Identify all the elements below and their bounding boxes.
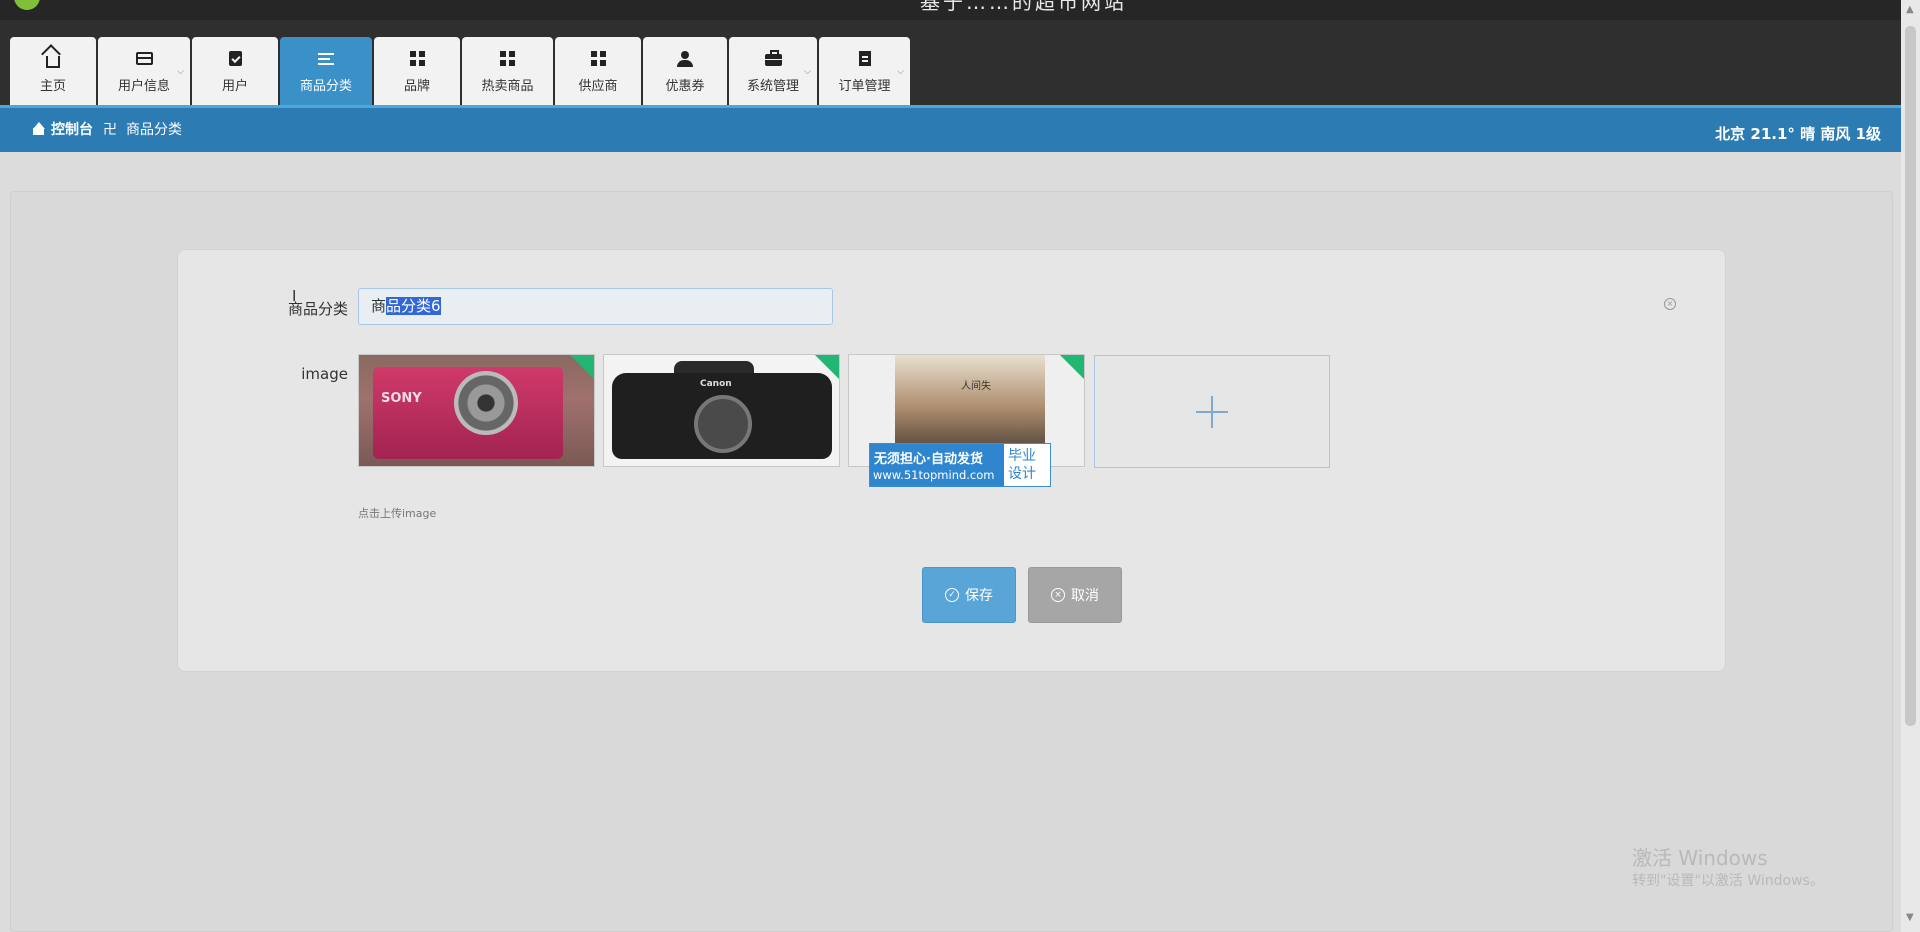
scroll-up-icon[interactable]: ▲ bbox=[1906, 4, 1914, 15]
home-icon bbox=[46, 55, 60, 68]
selected-corner-tag bbox=[815, 355, 839, 379]
tab-orders[interactable]: 订单管理 ⌵ bbox=[819, 37, 910, 105]
close-icon[interactable]: × bbox=[1664, 298, 1676, 310]
grid-icon bbox=[500, 51, 515, 66]
selected-corner-tag bbox=[570, 355, 594, 379]
image-thumb-camera[interactable]: SONY bbox=[358, 354, 595, 467]
category-name-label: 商品分类 bbox=[287, 300, 348, 318]
input-selected-text: 品分类6 bbox=[386, 297, 441, 315]
tab-label: 订单管理 bbox=[838, 78, 891, 94]
tab-home[interactable]: 主页 bbox=[10, 37, 96, 105]
selected-corner-tag bbox=[1060, 355, 1084, 379]
image-thumb-dslr[interactable]: Canon bbox=[603, 354, 840, 467]
cancel-label: 取消 bbox=[1071, 588, 1099, 604]
top-bar: 基于……的超市网站 主页 用户信息 ⌵ 用户 商品分类 品牌 热卖商品 供应商 … bbox=[0, 0, 1901, 105]
scroll-thumb[interactable] bbox=[1905, 26, 1916, 726]
tab-category[interactable]: 商品分类 bbox=[280, 37, 372, 105]
breadcrumb-home[interactable]: 控制台 bbox=[51, 119, 93, 139]
tab-users[interactable]: 用户 bbox=[192, 37, 278, 105]
breadcrumb-current: 商品分类 bbox=[126, 122, 182, 138]
tab-label: 优惠券 bbox=[665, 78, 705, 94]
clipboard-icon bbox=[858, 51, 871, 66]
breadcrumb-bar: 控制台 卍 商品分类 北京 21.1° 晴 南风 1级 bbox=[0, 105, 1901, 152]
app-title: 基于……的超市网站 bbox=[920, 0, 1127, 14]
save-label: 保存 bbox=[965, 588, 993, 604]
tab-label: 热卖商品 bbox=[481, 78, 534, 94]
user-icon bbox=[677, 50, 693, 67]
home-icon bbox=[32, 122, 45, 135]
breadcrumb: 控制台 卍 商品分类 bbox=[32, 119, 182, 139]
chevron-down-icon: ⌵ bbox=[804, 67, 811, 77]
tab-label: 品牌 bbox=[403, 78, 430, 94]
chevron-down-icon: ⌵ bbox=[177, 67, 184, 77]
lens-mount-image bbox=[694, 395, 752, 453]
scroll-down-icon[interactable]: ▼ bbox=[1906, 912, 1914, 923]
tab-label: 用户信息 bbox=[117, 78, 170, 94]
tab-coupons[interactable]: 优惠券 bbox=[643, 37, 727, 105]
ad-main: 无须担心·自动发货 www.51topmind.com bbox=[870, 444, 1004, 486]
tab-label: 用户 bbox=[221, 78, 248, 94]
chevron-down-icon: ⌵ bbox=[897, 67, 904, 77]
grid-icon bbox=[409, 51, 425, 66]
add-image-button[interactable] bbox=[1094, 355, 1330, 468]
text-cursor-icon: I bbox=[292, 287, 297, 305]
tab-label: 主页 bbox=[39, 78, 66, 94]
weather-info: 北京 21.1° 晴 南风 1级 bbox=[1715, 125, 1881, 143]
save-button[interactable]: ✓ 保存 bbox=[922, 567, 1016, 623]
tab-brand[interactable]: 品牌 bbox=[374, 37, 460, 105]
windows-watermark-subtitle: 转到"设置"以激活 Windows。 bbox=[1632, 873, 1824, 889]
ad-side-text: 毕业设计 bbox=[1008, 448, 1036, 482]
plus-icon-vertical bbox=[1211, 396, 1213, 428]
main-nav: 主页 用户信息 ⌵ 用户 商品分类 品牌 热卖商品 供应商 优惠券 系统管理 ⌵… bbox=[10, 37, 912, 105]
category-name-input[interactable]: 商品分类6 bbox=[358, 288, 833, 325]
tab-suppliers[interactable]: 供应商 bbox=[555, 37, 641, 105]
check-circle-icon: ✓ bbox=[945, 588, 959, 602]
upload-hint: 点击上传image bbox=[358, 507, 437, 520]
tab-hot-products[interactable]: 热卖商品 bbox=[462, 37, 553, 105]
camera-brand-text: SONY bbox=[381, 391, 422, 406]
input-text: 商 bbox=[371, 297, 387, 315]
vertical-scrollbar[interactable]: ▲ ▼ bbox=[1901, 0, 1920, 932]
tab-label: 商品分类 bbox=[299, 78, 352, 94]
close-circle-icon: × bbox=[1051, 588, 1065, 602]
list-icon bbox=[318, 52, 334, 65]
clipboard-check-icon bbox=[228, 51, 242, 66]
book-title-text: 人间失 bbox=[961, 381, 991, 392]
breadcrumb-separator: 卍 bbox=[103, 122, 117, 138]
dslr-brand-text: Canon bbox=[700, 379, 732, 389]
card-icon bbox=[135, 52, 153, 65]
tab-label: 供应商 bbox=[578, 78, 618, 94]
ad-banner[interactable]: 无须担心·自动发货 www.51topmind.com 毕业设计 bbox=[869, 443, 1051, 487]
tab-label: 系统管理 bbox=[746, 78, 799, 94]
tab-user-info[interactable]: 用户信息 ⌵ bbox=[98, 37, 190, 105]
briefcase-icon bbox=[764, 50, 782, 66]
cancel-button[interactable]: × 取消 bbox=[1028, 567, 1122, 623]
lens-image bbox=[454, 371, 518, 435]
ad-url: www.51topmind.com bbox=[873, 468, 995, 482]
windows-watermark-title: 激活 Windows bbox=[1632, 846, 1768, 870]
tab-system[interactable]: 系统管理 ⌵ bbox=[729, 37, 817, 105]
grid-icon bbox=[590, 51, 606, 66]
ad-line1: 无须担心·自动发货 bbox=[874, 452, 983, 467]
image-label: image bbox=[301, 365, 348, 383]
